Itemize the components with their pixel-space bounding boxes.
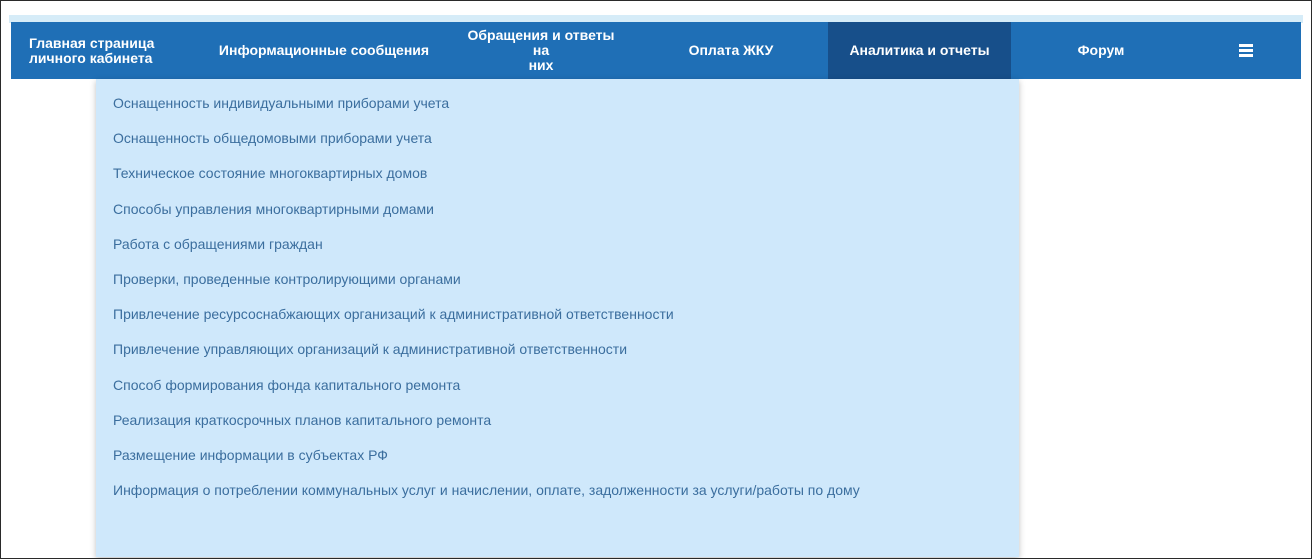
dropdown-item[interactable]: Информация о потреблении коммунальных ус… [96, 480, 1019, 515]
main-navbar: Главная страница личного кабинета Информ… [11, 22, 1301, 79]
nav-item-appeals-line1: Обращения и ответы на [467, 27, 615, 58]
dropdown-item[interactable]: Оснащенность общедомовыми приборами учет… [96, 128, 1019, 163]
nav-item-appeals-line2: них [528, 57, 554, 73]
nav-item-appeals[interactable]: Обращения и ответы на них [448, 22, 634, 79]
hamburger-menu-icon [1239, 44, 1253, 57]
dropdown-item[interactable]: Проверки, проведенные контролирующими ор… [96, 269, 1019, 304]
nav-item-info-messages[interactable]: Информационные сообщения [200, 22, 448, 79]
nav-item-payment[interactable]: Оплата ЖКУ [634, 22, 828, 79]
screenshot-frame: Главная страница личного кабинета Информ… [0, 0, 1312, 559]
dropdown-item[interactable]: Размещение информации в субъектах РФ [96, 445, 1019, 480]
nav-item-main-page[interactable]: Главная страница личного кабинета [11, 22, 200, 79]
dropdown-item[interactable]: Реализация краткосрочных планов капиталь… [96, 410, 1019, 445]
nav-menu-button[interactable] [1191, 22, 1301, 79]
nav-item-forum[interactable]: Форум [1011, 22, 1191, 79]
dropdown-item[interactable]: Способы управления многоквартирными дома… [96, 199, 1019, 234]
nav-item-info-messages-label: Информационные сообщения [218, 42, 430, 58]
dropdown-item[interactable]: Способ формирования фонда капитального р… [96, 375, 1019, 410]
dropdown-item[interactable]: Оснащенность индивидуальными приборами у… [96, 93, 1019, 128]
analytics-dropdown-list: Оснащенность индивидуальными приборами у… [96, 79, 1019, 515]
dropdown-item[interactable]: Привлечение управляющих организаций к ад… [96, 339, 1019, 374]
nav-item-forum-label: Форум [1077, 42, 1125, 58]
nav-item-payment-label: Оплата ЖКУ [688, 42, 774, 58]
nav-item-analytics[interactable]: Аналитика и отчеты [828, 22, 1011, 79]
nav-item-main-page-line2: личного кабинета [29, 49, 153, 66]
nav-item-analytics-label: Аналитика и отчеты [849, 42, 990, 58]
dropdown-item[interactable]: Привлечение ресурсоснабжающих организаци… [96, 304, 1019, 339]
dropdown-item[interactable]: Работа с обращениями граждан [96, 234, 1019, 269]
analytics-dropdown-menu: Оснащенность индивидуальными приборами у… [96, 79, 1019, 557]
nav-item-main-page-line1: Главная страница [29, 34, 155, 51]
dropdown-item[interactable]: Техническое состояние многоквартирных до… [96, 163, 1019, 198]
